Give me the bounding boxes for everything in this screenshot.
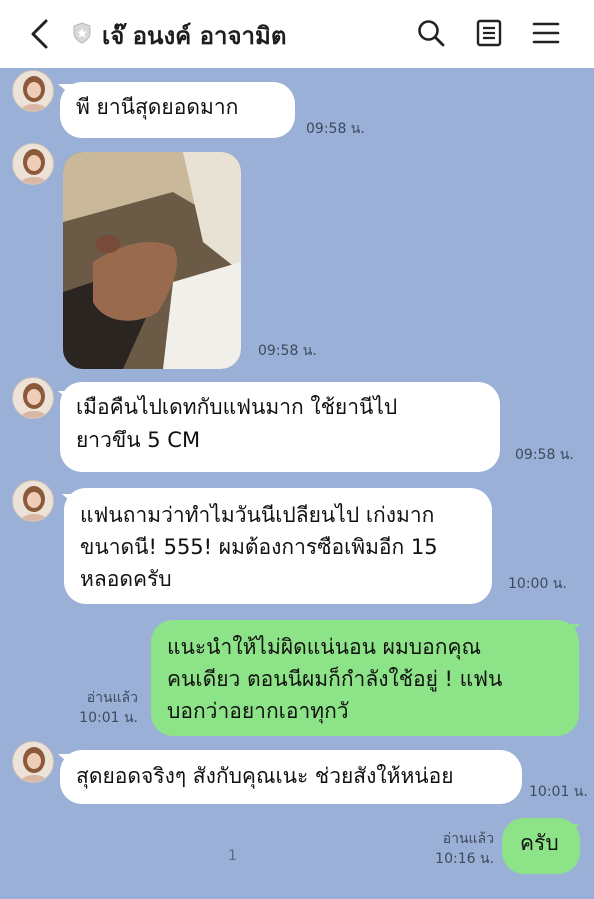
message-bubble-incoming[interactable]: สุดยอดจริงๆ สังกับคุณเนะ ช่วยสังให้หน่อย [60, 750, 522, 804]
chat-title: เจ๊ อนงค์ อาจามิต [102, 22, 287, 50]
message-bubble-incoming[interactable]: พี ยานีสุดยอดมาก [60, 82, 295, 138]
stray-mark: 1 [228, 848, 237, 864]
message-text: ครับ [520, 831, 559, 855]
message-text: สุดยอดจริงๆ สังกับคุณเนะ ช่วยสังให้หน่อย [76, 764, 454, 788]
contact-avatar[interactable] [12, 480, 54, 522]
notes-icon[interactable] [474, 18, 504, 48]
message-bubble-incoming[interactable]: แฟนถามว่าทําไมวันนีเปลียนไป เก่งมาก ขนาด… [64, 488, 492, 604]
message-bubble-outgoing[interactable]: แนะนําให้ไม่ผิดแน่นอน ผมบอกคุณ คนเดียว ต… [151, 620, 579, 736]
search-icon[interactable] [416, 18, 446, 48]
message-text-line: ขนาดนี! 555! ผมต้องการซือเพิมอีก 15 [80, 535, 438, 559]
contact-avatar[interactable] [12, 741, 54, 783]
message-text-line: คนเดียว ตอนนีผมก็กําลังใช้อยู่ ! แฟน [167, 667, 503, 691]
contact-avatar[interactable] [12, 70, 54, 112]
message-bubble-incoming[interactable]: เมือคืนไปเดทกับแฟนมาก ใช้ยานีไป ยาวขึน 5… [60, 382, 500, 472]
read-label: อ่านแล้ว [442, 831, 494, 847]
message-time: 10:00 น. [508, 576, 567, 592]
back-chevron-icon[interactable] [26, 18, 54, 50]
read-receipt: อ่านแล้ว 10:16 น. [420, 829, 494, 869]
photo-message[interactable] [63, 152, 241, 369]
read-receipt: อ่านแล้ว 10:01 น. [66, 688, 138, 728]
message-text-line: แฟนถามว่าทําไมวันนีเปลียนไป เก่งมาก [80, 503, 435, 527]
shield-star-icon [72, 22, 92, 44]
message-time: 10:16 น. [435, 851, 494, 867]
message-text-line: บอกว่าอยากเอาทุกวั [167, 699, 349, 723]
message-time: 09:58 น. [515, 447, 574, 463]
menu-icon[interactable] [531, 18, 561, 48]
contact-avatar[interactable] [12, 143, 54, 185]
message-time: 09:58 น. [306, 121, 365, 137]
message-text-line: ยาวขึน 5 CM [76, 428, 201, 452]
message-text-line: แนะนําให้ไม่ผิดแน่นอน ผมบอกคุณ [167, 635, 481, 659]
message-text-line: เมือคืนไปเดทกับแฟนมาก ใช้ยานีไป [76, 395, 398, 419]
chat-header: เจ๊ อนงค์ อาจามิต [0, 0, 594, 68]
message-time: 10:01 น. [79, 710, 138, 726]
message-bubble-outgoing[interactable]: ครับ [502, 818, 580, 874]
read-label: อ่านแล้ว [86, 690, 138, 706]
message-time: 10:01 น. [529, 784, 588, 800]
message-text: พี ยานีสุดยอดมาก [76, 95, 239, 119]
message-time: 09:58 น. [258, 343, 317, 359]
contact-avatar[interactable] [12, 377, 54, 419]
message-text-line: หลอดครับ [80, 567, 172, 591]
